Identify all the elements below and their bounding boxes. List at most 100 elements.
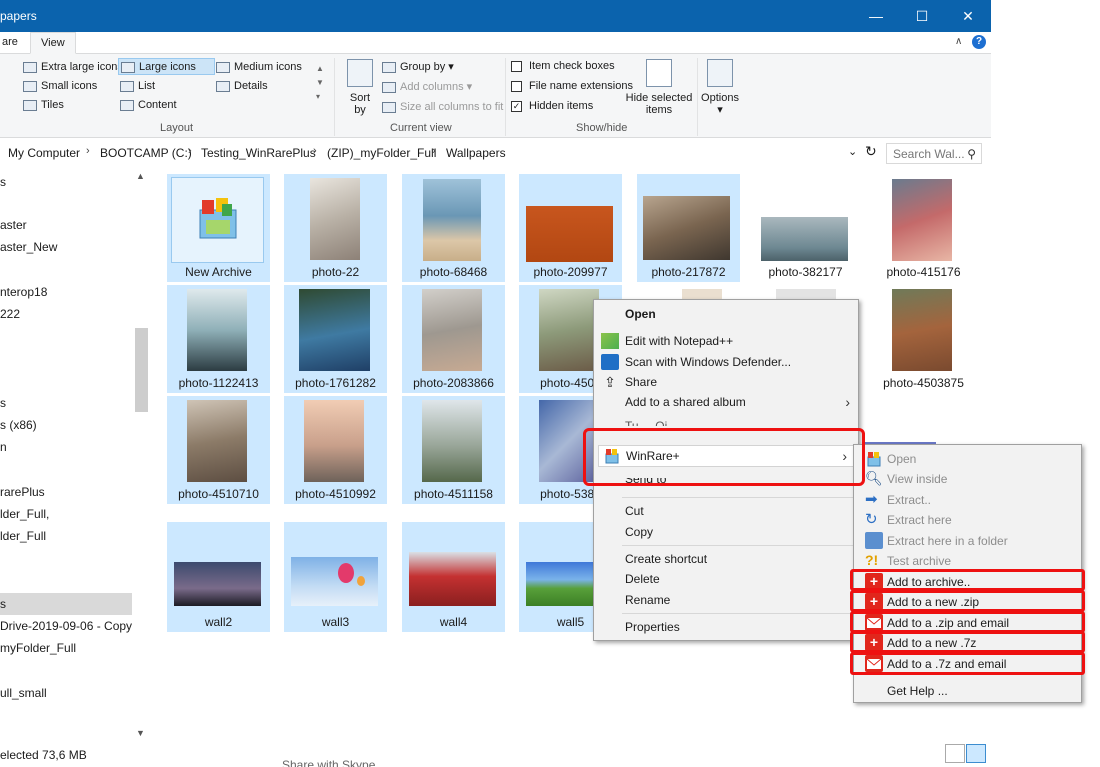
sidebar-scrollbar[interactable]: ▲ ▼	[133, 166, 150, 744]
address-bar[interactable]: My Computer › BOOTCAMP (C:) › Testing_Wi…	[0, 140, 991, 166]
tab-share[interactable]: are	[0, 32, 28, 54]
layout-large-icons[interactable]: Large icons	[118, 58, 215, 75]
checkbox-checked[interactable]: ✓	[511, 101, 522, 112]
menu-properties[interactable]: Properties	[594, 617, 858, 637]
menu-send-to[interactable]: Send to	[594, 478, 858, 488]
group-by-button[interactable]: Group by ▾	[380, 59, 454, 76]
add-columns-button[interactable]: Add columns ▾	[380, 79, 472, 96]
options-button[interactable]: Options ▾	[700, 59, 740, 116]
file-tile[interactable]: photo-22	[284, 174, 387, 282]
nav-item[interactable]: aster	[0, 214, 132, 236]
menu-edit-notepad[interactable]: Edit with Notepad++	[594, 331, 858, 351]
file-tile[interactable]: New Archive	[167, 174, 270, 282]
submenu-add-zip-email[interactable]: Add to a .zip and email	[854, 613, 1081, 633]
tab-view[interactable]: View	[30, 32, 76, 54]
breadcrumb-my-computer[interactable]: My Computer	[8, 146, 80, 160]
breadcrumb-bootcamp[interactable]: BOOTCAMP (C:)	[100, 146, 192, 160]
nav-item[interactable]: lder_Full	[0, 525, 132, 547]
file-tile[interactable]: photo-4503875	[872, 285, 975, 393]
file-tile[interactable]: photo-1761282	[284, 285, 387, 393]
chevron-up-icon[interactable]: ∧	[955, 36, 962, 47]
menu-share[interactable]: ⇪ Share	[594, 372, 858, 392]
submenu-extract[interactable]: ➡ Extract..	[854, 490, 1081, 510]
layout-medium-icons[interactable]: Medium icons	[214, 59, 302, 76]
file-tile[interactable]: photo-209977	[519, 174, 622, 282]
size-all-columns-button[interactable]: Size all columns to fit	[380, 99, 503, 116]
scrollbar-thumb[interactable]	[135, 328, 148, 412]
file-name-extensions-toggle[interactable]: File name extensions	[509, 78, 633, 95]
nav-item[interactable]: lder_Full,	[0, 503, 132, 525]
file-tile[interactable]: wall2	[167, 522, 270, 632]
nav-item[interactable]: s (x86)	[0, 414, 132, 436]
nav-item[interactable]: n	[0, 436, 132, 458]
submenu-add-archive[interactable]: + Add to archive..	[854, 572, 1081, 592]
chevron-right-icon[interactable]: ›	[188, 145, 192, 157]
item-check-boxes-toggle[interactable]: Item check boxes	[509, 58, 615, 75]
menu-item-hidden[interactable]: Tu ... Oi	[594, 416, 858, 426]
file-tile[interactable]: wall4	[402, 522, 505, 632]
file-tile[interactable]: photo-382177	[754, 174, 857, 282]
submenu-extract-here[interactable]: ↻ Extract here	[854, 510, 1081, 530]
file-tile[interactable]: photo-415176	[872, 174, 975, 282]
hidden-items-toggle[interactable]: ✓ Hidden items	[509, 98, 593, 115]
search-input[interactable]: Search Wal... ⚲	[886, 143, 982, 164]
chevron-down-icon[interactable]: ⌄	[848, 145, 857, 158]
layout-scroll-arrows[interactable]: ▲ ▼ ▾	[316, 62, 324, 104]
close-button[interactable]: ✕	[945, 0, 991, 32]
large-icons-view-button[interactable]	[966, 744, 986, 763]
layout-list[interactable]: List	[118, 78, 155, 95]
nav-item[interactable]: s	[0, 171, 132, 193]
chevron-right-icon[interactable]: ›	[86, 145, 90, 157]
layout-small-icons[interactable]: Small icons	[21, 78, 97, 95]
layout-details[interactable]: Details	[214, 78, 268, 95]
nav-item-selected[interactable]: s	[0, 593, 132, 615]
checkbox[interactable]	[511, 81, 522, 92]
menu-cut[interactable]: Cut	[594, 501, 858, 521]
submenu-add-7z[interactable]: + Add to a new .7z	[854, 633, 1081, 653]
chevron-right-icon[interactable]: ›	[313, 145, 317, 157]
submenu-test-archive[interactable]: ?! Test archive	[854, 551, 1081, 571]
file-tile[interactable]: photo-217872	[637, 174, 740, 282]
submenu-open[interactable]: Open	[854, 449, 1081, 469]
submenu-view-inside[interactable]: 🔍︎ View inside	[854, 469, 1081, 489]
breadcrumb-zip-myfolder[interactable]: (ZIP)_myFolder_Full	[327, 146, 436, 160]
nav-item[interactable]: myFolder_Full	[0, 637, 132, 659]
nav-item[interactable]: rarePlus	[0, 481, 132, 503]
nav-item[interactable]: s	[0, 392, 132, 414]
help-icon[interactable]: ?	[972, 35, 986, 49]
sort-by-button[interactable]: Sort by	[343, 59, 377, 116]
checkbox[interactable]	[511, 61, 522, 72]
menu-scan-defender[interactable]: Scan with Windows Defender...	[594, 352, 858, 372]
submenu-add-zip[interactable]: + Add to a new .zip	[854, 592, 1081, 612]
chevron-right-icon[interactable]: ›	[432, 145, 436, 157]
menu-delete[interactable]: Delete	[594, 569, 858, 589]
nav-item[interactable]: Drive-2019-09-06 - Copy	[0, 615, 132, 637]
layout-tiles[interactable]: Tiles	[21, 97, 64, 114]
menu-rename[interactable]: Rename	[594, 590, 858, 610]
scroll-up-arrow[interactable]: ▲	[136, 171, 145, 181]
maximize-button[interactable]: ☐	[899, 0, 945, 32]
file-tile[interactable]: photo-4511158	[402, 396, 505, 504]
menu-copy[interactable]: Copy	[594, 522, 858, 542]
submenu-add-7z-email[interactable]: Add to a .7z and email	[854, 654, 1081, 674]
nav-item[interactable]: ull_small	[0, 682, 132, 704]
file-tile[interactable]: photo-1122413	[167, 285, 270, 393]
nav-item[interactable]: aster_New	[0, 236, 132, 258]
layout-content[interactable]: Content	[118, 97, 177, 114]
menu-open[interactable]: Open	[594, 304, 858, 324]
details-view-button[interactable]	[945, 744, 965, 763]
nav-item[interactable]: nterop18	[0, 281, 132, 303]
file-tile[interactable]: wall3	[284, 522, 387, 632]
hide-selected-items-button[interactable]: Hide selected items	[625, 59, 693, 116]
file-tile[interactable]: photo-4510710	[167, 396, 270, 504]
submenu-get-help[interactable]: Get Help ...	[854, 681, 1081, 701]
nav-item[interactable]: 222	[0, 303, 132, 325]
menu-create-shortcut[interactable]: Create shortcut	[594, 549, 858, 569]
breadcrumb-wallpapers[interactable]: Wallpapers	[446, 146, 506, 160]
scroll-down-arrow[interactable]: ▼	[136, 728, 145, 738]
file-tile[interactable]: photo-2083866	[402, 285, 505, 393]
refresh-icon[interactable]: ↻	[865, 143, 877, 160]
minimize-button[interactable]: —	[853, 0, 899, 32]
menu-winrare[interactable]: WinRare+ ›	[598, 445, 856, 467]
layout-extra-large-icons[interactable]: Extra large icons	[21, 59, 123, 76]
